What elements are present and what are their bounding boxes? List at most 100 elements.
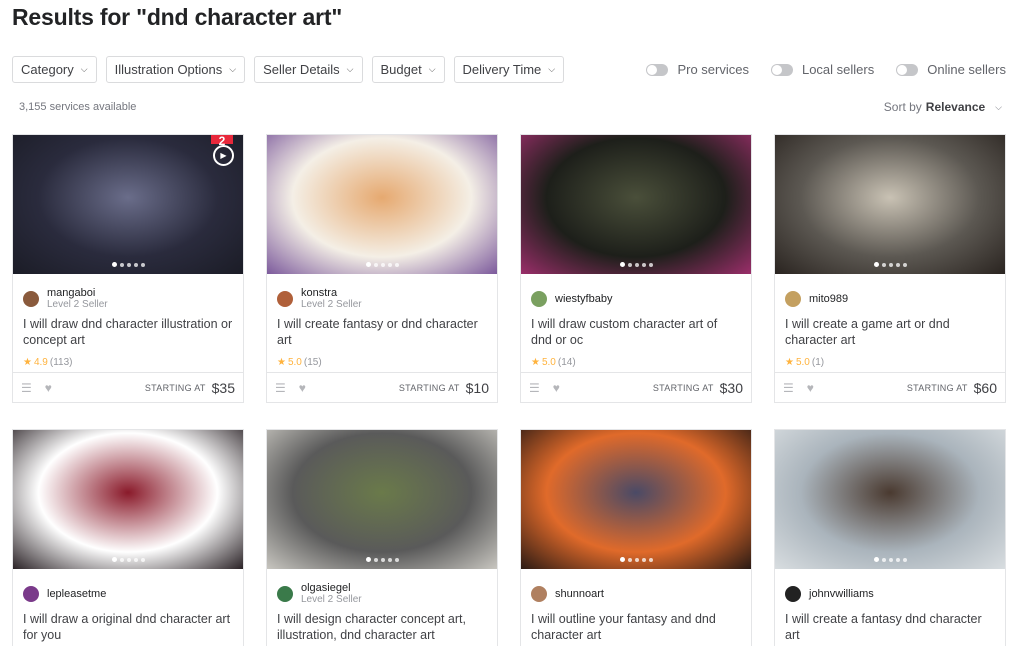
seller-name[interactable]: mangaboi [47, 287, 108, 299]
carousel-dots[interactable] [267, 262, 497, 267]
filter-illustration-options[interactable]: Illustration Options ⌵ [105, 56, 246, 83]
carousel-dots[interactable] [521, 262, 751, 267]
avatar[interactable] [277, 586, 293, 602]
switch[interactable] [770, 63, 793, 76]
seller-info: mito989 [775, 274, 1005, 314]
toggle-online-sellers[interactable]: Online sellers [896, 62, 1006, 77]
filter-category[interactable]: Category ⌵ [12, 56, 97, 83]
avatar[interactable] [277, 291, 293, 307]
gig-card[interactable]: johnvwilliams I will create a fantasy dnd… [774, 429, 1006, 646]
menu-icon[interactable]: ☰ [275, 381, 286, 395]
gig-title[interactable]: I will draw custom character art of dnd … [521, 314, 751, 352]
gig-rating: ★ 5.0 (1) [775, 352, 1005, 372]
gig-title[interactable]: I will create a game art or dnd characte… [775, 314, 1005, 352]
review-count: (113) [49, 356, 73, 368]
toggle-local-sellers[interactable]: Local sellers [770, 62, 875, 77]
carousel-dots[interactable] [13, 557, 243, 562]
seller-info: konstra Level 2 Seller [267, 274, 497, 314]
gig-title[interactable]: I will draw a original dnd character art… [13, 609, 243, 646]
switch[interactable] [646, 63, 669, 76]
avatar[interactable] [531, 291, 547, 307]
menu-icon[interactable]: ☰ [21, 381, 32, 395]
starting-at-label: STARTING AT [652, 382, 714, 393]
gig-footer: ☰ ♥ STARTING AT $10 [267, 372, 497, 402]
toggle-label: Pro services [677, 62, 749, 77]
chevron-down-icon: ⌵ [548, 64, 556, 74]
heart-icon[interactable]: ♥ [553, 381, 560, 395]
seller-name[interactable]: mito989 [809, 293, 848, 305]
sort-prefix: Sort by [883, 100, 922, 114]
gig-title[interactable]: I will create fantasy or dnd character a… [267, 314, 497, 352]
carousel-dots[interactable] [13, 262, 243, 267]
gig-title[interactable]: I will outline your fantasy and dnd char… [521, 609, 751, 646]
gig-card[interactable]: mito989 I will create a game art or dnd c… [774, 134, 1006, 403]
gig-rating: ★ 4.9 (113) [13, 352, 243, 372]
gig-image[interactable] [521, 135, 751, 274]
gig-image[interactable] [267, 430, 497, 569]
filter-delivery-time[interactable]: Delivery Time ⌵ [453, 56, 565, 83]
menu-icon[interactable]: ☰ [783, 381, 794, 395]
toggle-label: Local sellers [801, 62, 875, 77]
filter-budget[interactable]: Budget ⌵ [371, 56, 445, 83]
gig-price: $60 [973, 379, 997, 396]
heart-icon[interactable]: ♥ [807, 381, 814, 395]
rating-value: 5.0 [795, 356, 810, 368]
starting-at-label: STARTING AT [398, 382, 460, 393]
gig-image[interactable]: 2 ▶ [13, 135, 243, 274]
avatar[interactable] [23, 586, 39, 602]
carousel-dots[interactable] [775, 557, 1005, 562]
seller-name[interactable]: lepleasetme [47, 588, 106, 600]
gig-card[interactable]: wiestyfbaby I will draw custom character … [520, 134, 752, 403]
gig-card[interactable]: shunnoart I will outline your fantasy and… [520, 429, 752, 646]
avatar[interactable] [785, 586, 801, 602]
chevron-down-icon: ⌵ [428, 64, 436, 74]
gig-card[interactable]: 2 ▶ mangaboi Level 2 Seller I will draw dnd … [12, 134, 244, 403]
carousel-dots[interactable] [775, 262, 1005, 267]
filter-label: Illustration Options [114, 62, 223, 77]
gig-image[interactable] [13, 430, 243, 569]
gig-image[interactable] [775, 430, 1005, 569]
menu-icon[interactable]: ☰ [529, 381, 540, 395]
gig-image[interactable] [267, 135, 497, 274]
chevron-down-icon: ⌵ [346, 64, 354, 74]
sort-dropdown[interactable]: Sort by Relevance ⌵ [884, 100, 1002, 114]
seller-level: Level 2 Seller [47, 299, 108, 310]
seller-name[interactable]: johnvwilliams [809, 588, 874, 600]
gig-price: $35 [211, 379, 235, 396]
gig-card[interactable]: konstra Level 2 Seller I will create fanta… [266, 134, 498, 403]
rating-value: 5.0 [541, 356, 556, 368]
heart-icon[interactable]: ♥ [299, 381, 306, 395]
chevron-down-icon: ⌵ [80, 64, 88, 74]
filter-seller-details[interactable]: Seller Details ⌵ [254, 56, 363, 83]
gig-rating: ★ 5.0 (14) [521, 352, 751, 372]
seller-level: Level 2 Seller [301, 594, 362, 605]
star-icon: ★ [785, 356, 794, 368]
carousel-dots[interactable] [267, 557, 497, 562]
star-icon: ★ [277, 356, 286, 368]
avatar[interactable] [23, 291, 39, 307]
gig-title[interactable]: I will draw dnd character illustration o… [13, 314, 243, 352]
toggle-bar: Pro services Local sellers Online seller… [646, 62, 1006, 77]
switch[interactable] [896, 63, 919, 76]
gig-title[interactable]: I will design character concept art, ill… [267, 609, 497, 646]
seller-name[interactable]: konstra [301, 287, 362, 299]
filter-label: Seller Details [263, 62, 340, 77]
seller-name[interactable]: shunnoart [555, 588, 604, 600]
carousel-dots[interactable] [521, 557, 751, 562]
gig-card[interactable]: olgasiegel Level 2 Seller I will design ch… [266, 429, 498, 646]
gig-image[interactable] [521, 430, 751, 569]
toggle-pro-services[interactable]: Pro services [646, 62, 749, 77]
gig-card[interactable]: lepleasetme I will draw a original dnd ch… [12, 429, 244, 646]
gig-price: $30 [719, 379, 743, 396]
chevron-down-icon: ⌵ [995, 101, 1002, 112]
gig-title[interactable]: I will create a fantasy dnd character ar… [775, 609, 1005, 646]
heart-icon[interactable]: ♥ [45, 381, 52, 395]
seller-name[interactable]: wiestyfbaby [555, 293, 612, 305]
avatar[interactable] [531, 586, 547, 602]
avatar[interactable] [785, 291, 801, 307]
gig-price: $10 [465, 379, 489, 396]
seller-name[interactable]: olgasiegel [301, 582, 362, 594]
seller-info: wiestyfbaby [521, 274, 751, 314]
play-icon[interactable]: ▶ [213, 145, 234, 166]
gig-image[interactable] [775, 135, 1005, 274]
